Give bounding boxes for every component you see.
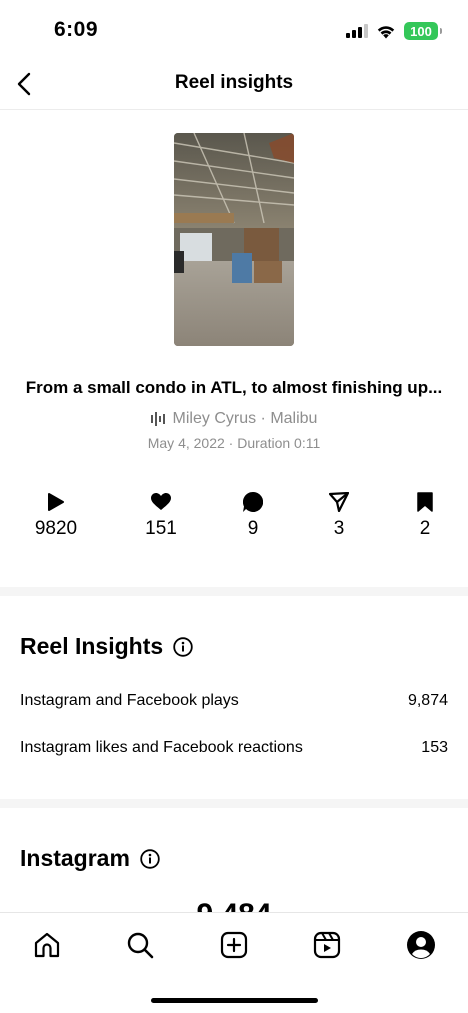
insight-row: Instagram and Facebook plays 9,874 (20, 692, 448, 710)
stat-shares: 3 (299, 490, 379, 540)
instagram-heading: Instagram (20, 845, 160, 872)
reels-icon (313, 931, 341, 959)
stat-comments-value: 9 (247, 518, 259, 539)
section-divider (0, 587, 468, 596)
search-icon (127, 932, 154, 959)
info-icon[interactable] (140, 848, 160, 869)
stat-saves: 2 (385, 490, 465, 540)
bookmark-icon (417, 492, 433, 512)
wifi-icon (377, 25, 395, 38)
insight-row-label: Instagram and Facebook plays (20, 692, 239, 709)
reel-meta: May 4, 2022 · Duration 0:11 (147, 435, 321, 451)
bottom-nav (0, 912, 468, 1013)
stat-plays-value: 9820 (34, 518, 78, 539)
reel-insights-title: Reel Insights (20, 633, 164, 659)
stat-shares-value: 3 (333, 518, 345, 539)
reel-caption: From a small condo in ATL, to almost fin… (25, 378, 443, 397)
stat-likes: 151 (121, 490, 201, 540)
reel-audio[interactable]: Miley Cyrus · Malibu (0, 410, 468, 428)
nav-profile[interactable] (403, 927, 439, 963)
nav-home[interactable] (29, 927, 65, 963)
status-bar: 6:09 100 (0, 0, 468, 60)
battery-indicator: 100 (404, 22, 442, 40)
stat-likes-value: 151 (145, 518, 177, 539)
audio-waveform-icon (150, 412, 165, 426)
create-icon (220, 931, 248, 959)
reel-insights-heading: Reel Insights (20, 633, 193, 660)
status-time: 6:09 (54, 18, 99, 41)
stat-saves-value: 2 (419, 518, 431, 539)
cellular-signal-icon (346, 24, 368, 38)
insight-row: Instagram likes and Facebook reactions 1… (20, 739, 448, 757)
insight-row-value: 153 (421, 739, 448, 756)
home-icon (34, 932, 60, 958)
reel-thumbnail-image (174, 133, 294, 346)
nav-create[interactable] (216, 927, 252, 963)
stat-comments: 9 (213, 490, 293, 540)
stat-plays: 9820 (16, 490, 96, 540)
insight-row-value: 9,874 (407, 692, 448, 709)
insight-row-label: Instagram likes and Facebook reactions (20, 739, 303, 756)
reel-audio-label: Miley Cyrus · Malibu (172, 410, 318, 427)
play-icon (48, 493, 64, 511)
instagram-title: Instagram (20, 845, 130, 871)
page-title: Reel insights (174, 72, 294, 93)
reel-thumbnail[interactable] (174, 133, 294, 346)
nav-reels[interactable] (309, 927, 345, 963)
status-icons: 100 (346, 22, 442, 40)
home-indicator (151, 998, 318, 1003)
heart-icon (151, 493, 171, 510)
info-icon[interactable] (173, 636, 193, 657)
share-icon (329, 492, 349, 512)
section-divider (0, 799, 468, 808)
header: Reel insights (0, 60, 468, 110)
nav-search[interactable] (122, 927, 158, 963)
profile-icon (407, 931, 435, 959)
comment-icon (243, 492, 263, 512)
